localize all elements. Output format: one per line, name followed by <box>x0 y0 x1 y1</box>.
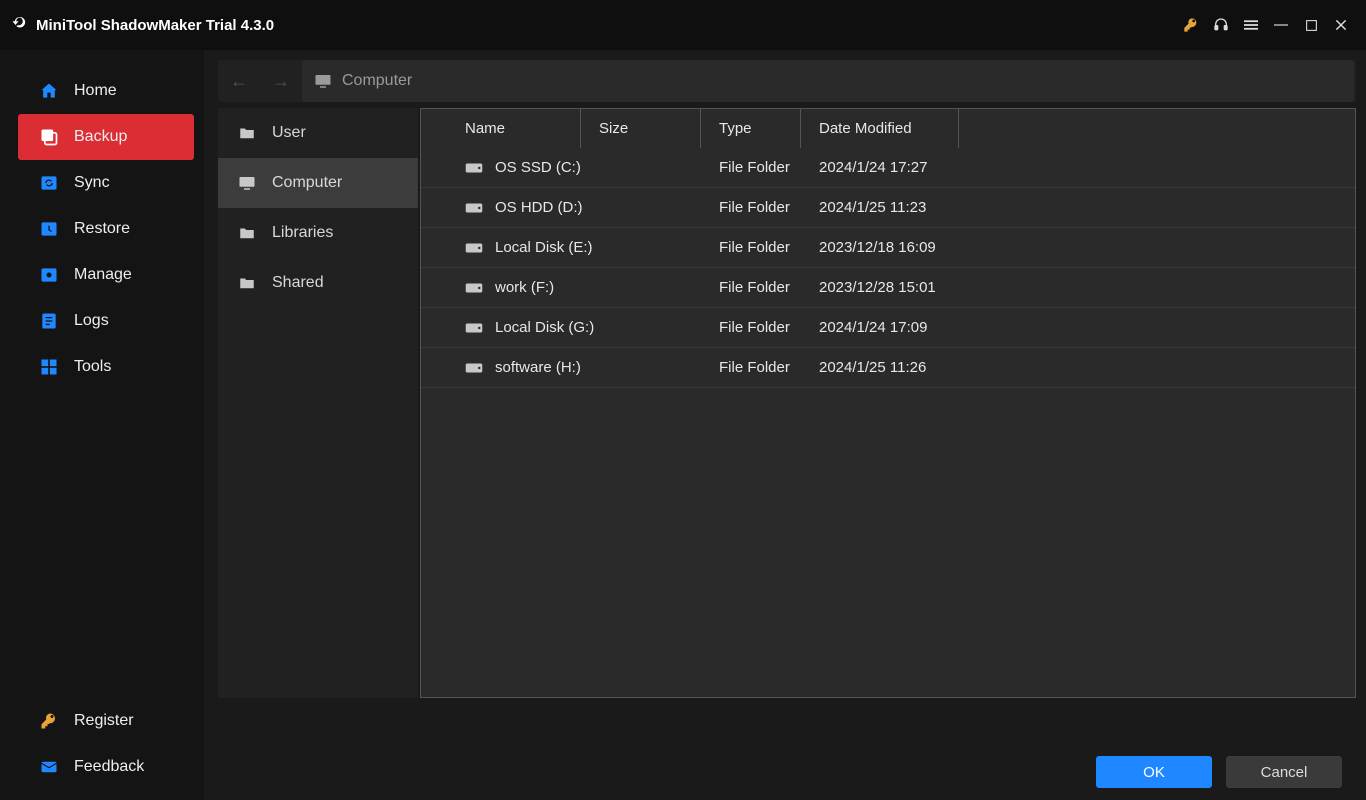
logs-icon <box>38 310 60 332</box>
sidebar-feedback[interactable]: Feedback <box>18 744 194 790</box>
app-logo-icon <box>10 15 30 35</box>
row-name: software (H:) <box>495 359 581 376</box>
monitor-icon <box>236 172 258 194</box>
sidebar-item-label: Restore <box>74 220 130 238</box>
license-key-icon[interactable] <box>1176 10 1206 40</box>
row-type: File Folder <box>701 239 801 256</box>
row-type: File Folder <box>701 319 801 336</box>
menu-icon[interactable] <box>1236 10 1266 40</box>
sidebar-item-label: Manage <box>74 266 132 284</box>
dialog-footer: OK Cancel <box>218 742 1356 788</box>
sync-icon <box>38 172 60 194</box>
table-row[interactable]: Local Disk (E:) File Folder2023/12/18 16:… <box>421 228 1355 268</box>
home-icon <box>38 80 60 102</box>
col-spacer <box>959 109 1355 148</box>
tree-item-computer[interactable]: Computer <box>218 158 418 208</box>
app-title: MiniTool ShadowMaker Trial 4.3.0 <box>36 17 274 34</box>
table-row[interactable]: OS HDD (D:) File Folder2024/1/25 11:23 <box>421 188 1355 228</box>
sidebar-footer-label: Feedback <box>74 758 144 776</box>
drive-icon <box>465 162 483 174</box>
tree-item-shared[interactable]: Shared <box>218 258 418 308</box>
drive-icon <box>465 322 483 334</box>
row-name: Local Disk (G:) <box>495 319 594 336</box>
col-size[interactable]: Size <box>581 109 701 148</box>
tree-item-label: Computer <box>272 174 342 192</box>
backup-icon <box>38 126 60 148</box>
sidebar-item-label: Backup <box>74 128 127 146</box>
tree-item-label: Shared <box>272 274 324 292</box>
col-date[interactable]: Date Modified <box>801 109 959 148</box>
col-type[interactable]: Type <box>701 109 801 148</box>
restore-icon <box>38 218 60 240</box>
titlebar: MiniTool ShadowMaker Trial 4.3.0 <box>0 0 1366 50</box>
shared-icon <box>236 272 258 294</box>
table-row[interactable]: software (H:) File Folder2024/1/25 11:26 <box>421 348 1355 388</box>
sidebar-item-tools[interactable]: Tools <box>18 344 194 390</box>
col-name[interactable]: Name <box>421 109 581 148</box>
tools-icon <box>38 356 60 378</box>
table-row[interactable]: work (F:) File Folder2023/12/28 15:01 <box>421 268 1355 308</box>
sidebar-item-label: Sync <box>74 174 110 192</box>
tree-item-libraries[interactable]: Libraries <box>218 208 418 258</box>
path-bar: ← → Computer <box>218 60 1356 102</box>
close-button[interactable] <box>1326 10 1356 40</box>
mail-icon <box>38 756 60 778</box>
row-date: 2024/1/25 11:26 <box>801 359 959 376</box>
row-date: 2024/1/25 11:23 <box>801 199 959 216</box>
monitor-icon <box>314 72 332 90</box>
sidebar-item-label: Tools <box>74 358 111 376</box>
sidebar-item-label: Home <box>74 82 117 100</box>
nav-forward-button[interactable]: → <box>260 60 302 102</box>
drive-icon <box>465 202 483 214</box>
row-name: OS HDD (D:) <box>495 199 583 216</box>
sidebar-item-home[interactable]: Home <box>18 68 194 114</box>
table-row[interactable]: Local Disk (G:) File Folder2024/1/24 17:0… <box>421 308 1355 348</box>
sidebar-item-backup[interactable]: Backup <box>18 114 194 160</box>
path-location: Computer <box>342 72 412 90</box>
ok-button[interactable]: OK <box>1096 756 1212 788</box>
drive-icon <box>465 242 483 254</box>
drive-icon <box>465 282 483 294</box>
file-list-header: Name Size Type Date Modified <box>421 108 1355 148</box>
sidebar-register[interactable]: Register <box>18 698 194 744</box>
minimize-button[interactable] <box>1266 10 1296 40</box>
row-name: work (F:) <box>495 279 554 296</box>
library-icon <box>236 222 258 244</box>
sidebar-footer-label: Register <box>74 712 134 730</box>
row-type: File Folder <box>701 199 801 216</box>
main-panel: ← → Computer User Comp <box>204 50 1366 800</box>
maximize-button[interactable] <box>1296 10 1326 40</box>
row-name: OS SSD (C:) <box>495 159 581 176</box>
table-row[interactable]: OS SSD (C:) File Folder2024/1/24 17:27 <box>421 148 1355 188</box>
row-date: 2024/1/24 17:27 <box>801 159 959 176</box>
row-name: Local Disk (E:) <box>495 239 593 256</box>
sidebar-item-manage[interactable]: Manage <box>18 252 194 298</box>
row-type: File Folder <box>701 159 801 176</box>
row-date: 2023/12/18 16:09 <box>801 239 959 256</box>
row-type: File Folder <box>701 359 801 376</box>
support-icon[interactable] <box>1206 10 1236 40</box>
nav-back-button[interactable]: ← <box>218 60 260 102</box>
sidebar-item-label: Logs <box>74 312 109 330</box>
manage-icon <box>38 264 60 286</box>
path-input[interactable]: Computer <box>302 60 1354 102</box>
row-date: 2023/12/28 15:01 <box>801 279 959 296</box>
location-tree: User Computer Libraries Shared <box>218 108 418 698</box>
cancel-button[interactable]: Cancel <box>1226 756 1342 788</box>
file-list: Name Size Type Date Modified OS SSD (C:)… <box>420 108 1356 698</box>
row-date: 2024/1/24 17:09 <box>801 319 959 336</box>
folder-user-icon <box>236 122 258 144</box>
row-type: File Folder <box>701 279 801 296</box>
drive-icon <box>465 362 483 374</box>
sidebar-item-sync[interactable]: Sync <box>18 160 194 206</box>
sidebar-item-logs[interactable]: Logs <box>18 298 194 344</box>
tree-item-user[interactable]: User <box>218 108 418 158</box>
sidebar-item-restore[interactable]: Restore <box>18 206 194 252</box>
key-icon <box>38 710 60 732</box>
tree-item-label: Libraries <box>272 224 333 242</box>
sidebar: Home Backup Sync Restore Manage <box>0 50 204 800</box>
tree-item-label: User <box>272 124 306 142</box>
